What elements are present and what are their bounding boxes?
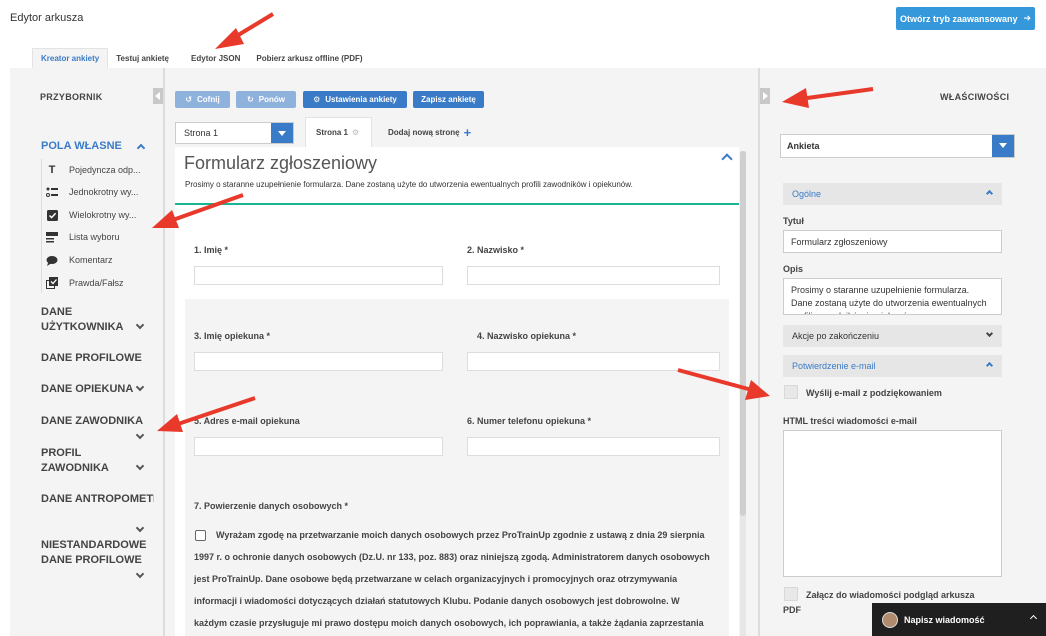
annotation-arrow bbox=[782, 87, 874, 108]
annotation-arrow bbox=[157, 396, 256, 432]
annotation-arrow bbox=[677, 368, 770, 400]
annotation-arrows bbox=[152, 12, 874, 432]
annotation-arrow bbox=[152, 193, 244, 228]
annotation-arrow bbox=[215, 12, 275, 49]
